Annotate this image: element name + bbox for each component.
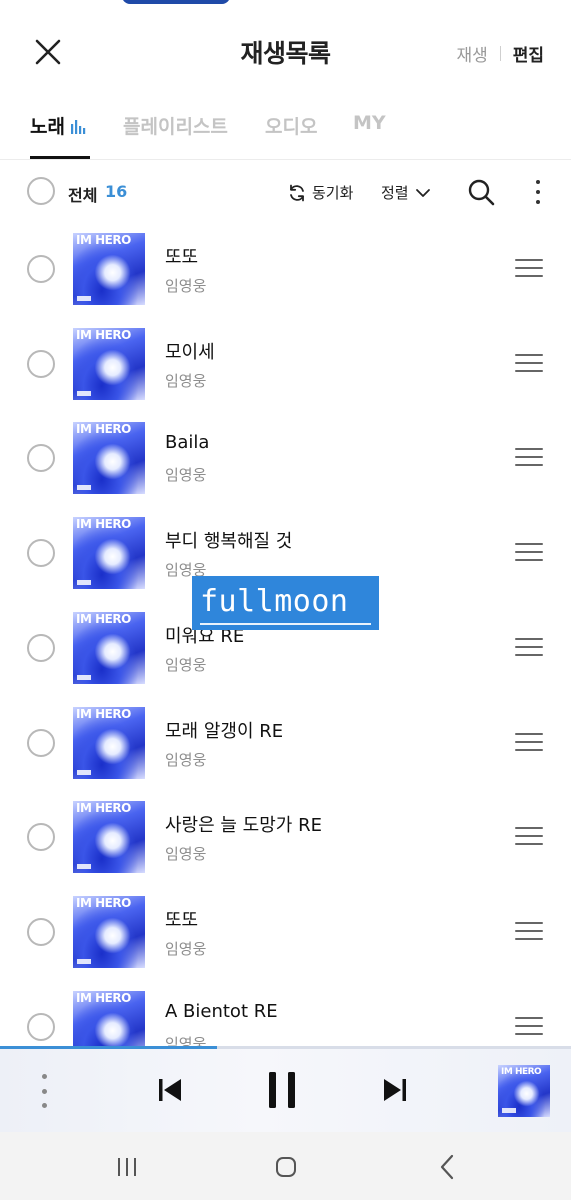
song-checkbox[interactable] xyxy=(27,255,55,283)
song-artist: 임영웅 xyxy=(165,371,207,390)
close-button[interactable] xyxy=(26,30,70,74)
song-artist: 임영웅 xyxy=(165,277,207,295)
watermark-text: fullmoon xyxy=(200,584,349,619)
sort-label: 정렬 xyxy=(381,184,409,202)
sync-label: 동기화 xyxy=(312,184,354,202)
song-checkbox[interactable] xyxy=(27,444,55,473)
album-cover: IM HERO xyxy=(73,990,145,1046)
song-title: 모래 알갱이 RE xyxy=(165,720,284,742)
song-title: Baila xyxy=(165,432,210,454)
drag-handle-icon[interactable] xyxy=(515,921,543,940)
home-icon[interactable] xyxy=(275,1156,297,1178)
song-artist: 임영웅 xyxy=(165,466,207,485)
drag-handle-icon[interactable] xyxy=(515,543,543,562)
song-checkbox[interactable] xyxy=(27,823,55,852)
album-cover: IM HERO xyxy=(73,706,145,779)
song-checkbox[interactable] xyxy=(27,349,55,378)
song-checkbox[interactable] xyxy=(27,917,55,946)
tab-songs-label: 노래 xyxy=(30,116,65,138)
song-artist: 임영웅 xyxy=(165,1034,207,1046)
header-divider xyxy=(499,46,501,61)
tab-playlists[interactable]: 플레이리스트 xyxy=(123,112,228,139)
song-checkbox[interactable] xyxy=(27,633,55,662)
list-item[interactable]: IM HERO 모이세 임영웅 xyxy=(0,317,571,412)
sync-icon xyxy=(290,184,304,201)
song-title: 또또 xyxy=(165,247,199,268)
tab-bar: 노래 플레이리스트 오디오 MY xyxy=(0,100,571,160)
drag-handle-icon[interactable] xyxy=(515,1016,543,1035)
close-icon xyxy=(35,39,61,65)
list-item[interactable]: IM HERO Baila 임영웅 xyxy=(0,411,571,506)
mini-player: IM HERO xyxy=(0,1046,571,1132)
album-cover: IM HERO xyxy=(73,422,145,495)
song-artist: 임영웅 xyxy=(165,750,207,769)
song-title: A Bientot RE xyxy=(165,1000,278,1022)
more-options-icon[interactable] xyxy=(528,178,548,206)
search-icon[interactable] xyxy=(466,177,496,207)
edit-button[interactable]: 편집 xyxy=(513,41,544,66)
album-cover: IM HERO xyxy=(73,611,145,684)
drag-handle-icon[interactable] xyxy=(515,353,543,372)
song-artist: 임영웅 xyxy=(165,845,207,864)
tab-audio[interactable]: 오디오 xyxy=(265,112,317,139)
pause-icon[interactable] xyxy=(264,1070,300,1110)
list-item[interactable]: IM HERO A Bientot RE 임영웅 xyxy=(0,980,571,1046)
list-item[interactable]: IM HERO 또또 임영웅 xyxy=(0,885,571,980)
song-title: 사랑은 늘 도망가 RE xyxy=(165,815,322,837)
system-nav-bar xyxy=(0,1132,571,1200)
next-track-icon[interactable] xyxy=(381,1076,409,1104)
play-button[interactable]: 재생 xyxy=(456,41,487,66)
song-title: 또또 xyxy=(165,909,199,931)
back-icon[interactable] xyxy=(437,1154,457,1180)
progress-fill xyxy=(0,1046,217,1049)
select-all-checkbox[interactable] xyxy=(27,177,55,205)
header: 재생목록 재생 편집 xyxy=(0,22,571,82)
list-item[interactable]: IM HERO 또또 임영웅 xyxy=(0,222,571,317)
select-all-label: 전체 xyxy=(68,186,98,205)
recent-apps-icon[interactable] xyxy=(116,1157,138,1177)
sync-button[interactable]: 동기화 xyxy=(287,182,353,203)
album-cover: IM HERO xyxy=(73,801,145,874)
song-list: IM HERO 또또 임영웅 IM HERO 모이세 임영웅 IM HERO B… xyxy=(0,222,571,1046)
drag-handle-icon[interactable] xyxy=(515,732,543,751)
tab-my[interactable]: MY xyxy=(353,112,386,134)
header-actions: 재생 편집 xyxy=(456,41,544,66)
tab-active-indicator xyxy=(30,156,90,159)
previous-track-icon[interactable] xyxy=(156,1076,184,1104)
list-item[interactable]: IM HERO 사랑은 늘 도망가 RE 임영웅 xyxy=(0,790,571,885)
album-cover: IM HERO xyxy=(73,517,145,590)
list-item[interactable]: IM HERO 모래 알갱이 RE 임영웅 xyxy=(0,696,571,791)
status-indicator-pill xyxy=(122,0,230,4)
drag-handle-icon[interactable] xyxy=(515,827,543,846)
sort-dropdown[interactable]: 정렬 xyxy=(381,182,431,203)
drag-handle-icon[interactable] xyxy=(515,259,543,277)
album-cover: IM HERO xyxy=(73,327,145,400)
song-count: 16 xyxy=(105,182,128,201)
equalizer-icon xyxy=(70,120,86,134)
song-artist: 임영웅 xyxy=(165,655,207,674)
player-more-icon[interactable] xyxy=(40,1074,48,1108)
album-cover: IM HERO xyxy=(73,233,145,305)
now-playing-cover[interactable]: IM HERO xyxy=(498,1065,550,1117)
progress-bar[interactable] xyxy=(0,1046,571,1049)
song-artist: 임영웅 xyxy=(165,939,207,958)
drag-handle-icon[interactable] xyxy=(515,448,543,467)
song-checkbox[interactable] xyxy=(27,539,55,568)
watermark-sticker: fullmoon xyxy=(192,576,379,630)
list-toolbar: 전체 16 동기화 정렬 xyxy=(0,170,571,214)
song-checkbox[interactable] xyxy=(27,1012,55,1041)
song-title: 모이세 xyxy=(165,341,215,363)
song-checkbox[interactable] xyxy=(27,728,55,757)
watermark-underline xyxy=(200,623,371,625)
drag-handle-icon[interactable] xyxy=(515,637,543,656)
song-title: 부디 행복해질 것 xyxy=(165,531,293,553)
album-cover: IM HERO xyxy=(73,895,145,968)
chevron-down-icon xyxy=(415,188,430,197)
tab-songs[interactable]: 노래 xyxy=(30,112,86,139)
